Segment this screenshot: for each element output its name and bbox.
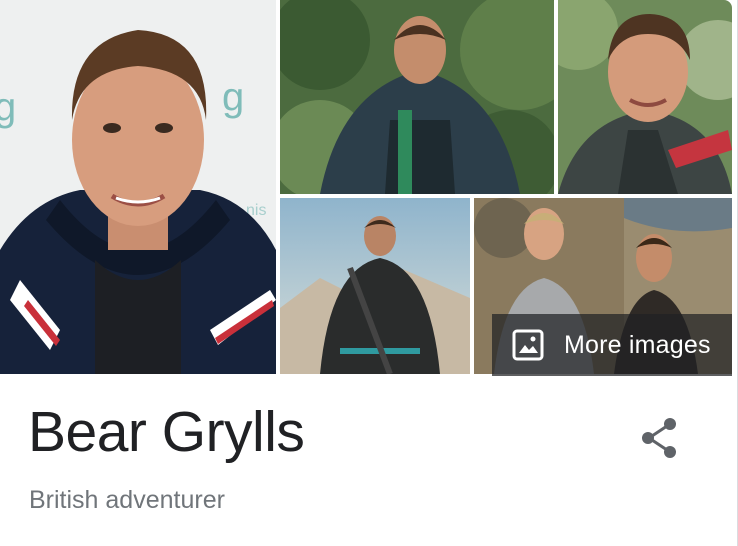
image-icon — [512, 329, 544, 361]
forest-photo-icon — [280, 0, 554, 194]
svg-text:g: g — [0, 85, 16, 129]
gallery-image-3[interactable] — [558, 0, 732, 194]
more-images-button[interactable]: More images — [492, 314, 732, 376]
image-gallery: g g nis m — [0, 0, 732, 376]
gallery-image-main[interactable]: g g nis m — [0, 0, 276, 374]
share-button[interactable] — [636, 414, 684, 462]
entity-title: Bear Grylls — [28, 400, 305, 464]
svg-text:g: g — [222, 75, 244, 119]
gallery-image-2[interactable] — [280, 0, 554, 194]
knowledge-panel-card: g g nis m — [0, 0, 738, 546]
entity-subtitle: British adventurer — [29, 486, 225, 514]
more-images-label: More images — [564, 330, 711, 359]
share-icon — [642, 418, 676, 458]
smiling-photo-icon — [558, 0, 732, 194]
portrait-photo-icon: g g nis m — [0, 0, 276, 374]
mountain-photo-icon — [280, 198, 470, 374]
gallery-image-4[interactable] — [280, 198, 470, 374]
